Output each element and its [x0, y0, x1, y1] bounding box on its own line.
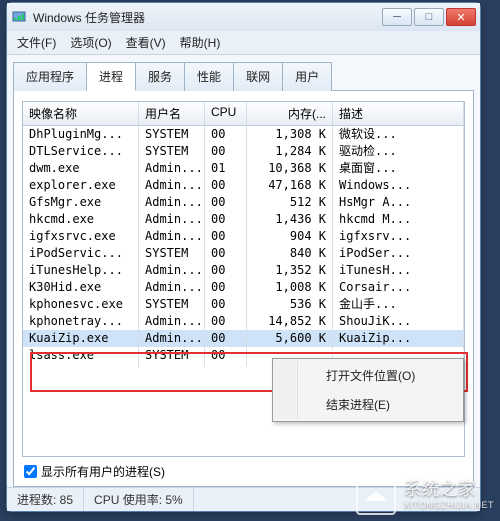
- task-manager-window: Windows 任务管理器 ─ □ ✕ 文件(F) 选项(O) 查看(V) 帮助…: [6, 2, 481, 512]
- menubar: 文件(F) 选项(O) 查看(V) 帮助(H): [7, 31, 480, 55]
- cell-name: lsass.exe: [23, 344, 139, 367]
- menu-help[interactable]: 帮助(H): [180, 34, 221, 51]
- show-all-users-label: 显示所有用户的进程(S): [41, 463, 165, 480]
- menu-view[interactable]: 查看(V): [126, 34, 166, 51]
- window-controls: ─ □ ✕: [382, 8, 476, 26]
- close-button[interactable]: ✕: [446, 8, 476, 26]
- cell-user: SYSTEM: [139, 344, 205, 367]
- watermark-line1: 系统之家: [404, 479, 494, 501]
- context-menu: 打开文件位置(O) 结束进程(E): [272, 358, 464, 422]
- tab-performance[interactable]: 性能: [184, 62, 234, 91]
- tab-apps[interactable]: 应用程序: [13, 62, 87, 91]
- cell-mem: 5,600 K: [247, 327, 333, 350]
- menu-options[interactable]: 选项(O): [70, 34, 111, 51]
- status-process-count: 进程数: 85: [7, 488, 84, 511]
- cell-desc: KuaiZip...: [333, 327, 464, 350]
- col-description[interactable]: 描述: [333, 102, 464, 125]
- show-all-users-checkbox[interactable]: [24, 465, 37, 478]
- menu-open-file-location[interactable]: 打开文件位置(O): [297, 361, 461, 390]
- tab-processes[interactable]: 进程: [86, 62, 136, 91]
- minimize-button[interactable]: ─: [382, 8, 412, 26]
- processes-panel: 映像名称 用户名 CPU 内存(... 描述 DhPluginMg...SYST…: [13, 91, 474, 487]
- watermark: 系统之家 XITONGZHIJIA.NET: [356, 475, 494, 515]
- window-title: Windows 任务管理器: [33, 9, 382, 26]
- client-area: 应用程序 进程 服务 性能 联网 用户 映像名称 用户名 CPU 内存(... …: [7, 55, 480, 487]
- tab-strip: 应用程序 进程 服务 性能 联网 用户: [13, 61, 474, 91]
- watermark-line2: XITONGZHIJIA.NET: [404, 500, 494, 511]
- list-header: 映像名称 用户名 CPU 内存(... 描述: [23, 102, 464, 126]
- col-image-name[interactable]: 映像名称: [23, 102, 139, 125]
- tab-users[interactable]: 用户: [282, 62, 332, 91]
- cell-cpu: 00: [205, 344, 247, 367]
- col-memory[interactable]: 内存(...: [247, 102, 333, 125]
- col-cpu[interactable]: CPU: [205, 102, 247, 125]
- menu-file[interactable]: 文件(F): [17, 34, 56, 51]
- tab-services[interactable]: 服务: [135, 62, 185, 91]
- status-cpu-usage: CPU 使用率: 5%: [84, 488, 194, 511]
- col-user[interactable]: 用户名: [139, 102, 205, 125]
- tab-network[interactable]: 联网: [233, 62, 283, 91]
- app-icon: [11, 9, 27, 25]
- titlebar[interactable]: Windows 任务管理器 ─ □ ✕: [7, 3, 480, 31]
- menu-end-process[interactable]: 结束进程(E): [297, 390, 461, 419]
- maximize-button[interactable]: □: [414, 8, 444, 26]
- watermark-logo-icon: [356, 475, 396, 515]
